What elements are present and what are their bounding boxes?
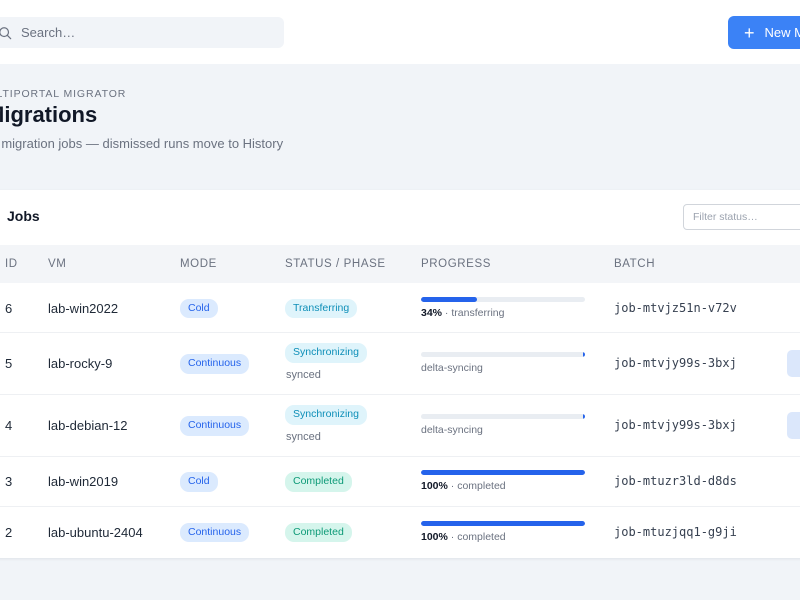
mode-badge: Continuous: [180, 522, 250, 543]
column-header-status[interactable]: STATUS / PHASE: [285, 258, 386, 270]
mode-badge: Continuous: [180, 416, 250, 436]
column-header-vm[interactable]: VM: [48, 258, 66, 270]
table-row[interactable]: 4 lab-debian-12 Continuous Synchronizing syn…: [0, 395, 800, 457]
vm-name[interactable]: lab-win2022: [48, 301, 118, 316]
progress-percent: 100%: [421, 530, 448, 543]
progress-bar-fill: [583, 414, 585, 419]
progress-text: 100% · completed: [421, 531, 506, 543]
table-row[interactable]: 6 lab-win2022 Cold Transferring 34% · transf…: [0, 284, 800, 333]
column-header-id[interactable]: ID: [5, 258, 18, 270]
progress-bar-fill: [583, 352, 585, 357]
phase-text: synced: [286, 431, 321, 443]
progress-label: · completed: [447, 480, 506, 492]
plus-icon: +: [744, 22, 755, 43]
job-id: 6: [5, 300, 13, 316]
vm-name[interactable]: lab-ubuntu-2404: [48, 525, 143, 540]
vm-name[interactable]: lab-debian-12: [48, 418, 128, 433]
progress-percent: 34%: [421, 306, 443, 319]
status-badge: Transferring: [285, 298, 358, 319]
progress-bar-fill: [421, 520, 585, 526]
table-row[interactable]: 2 lab-ubuntu-2404 Continuous Completed 100% …: [0, 507, 800, 558]
job-id: 4: [5, 418, 13, 433]
row-action-button[interactable]: [787, 412, 800, 439]
mode-badge: Cold: [180, 298, 218, 319]
vm-name[interactable]: lab-win2019: [48, 474, 118, 489]
job-id: 3: [5, 474, 13, 489]
batch-id[interactable]: job-mtuzr3ld-d8ds: [614, 474, 737, 488]
phase-text: synced: [286, 369, 321, 381]
progress-bar: [421, 352, 585, 357]
app-eyebrow: ULTIPORTAL MIGRATOR: [0, 88, 127, 100]
table-row[interactable]: 3 lab-win2019 Cold Completed 100% · complete…: [0, 457, 800, 507]
jobs-title: Jobs: [7, 208, 40, 224]
status-badge: Synchronizing: [285, 343, 367, 363]
search-input[interactable]: [21, 25, 261, 40]
column-header-batch[interactable]: BATCH: [614, 258, 655, 270]
progress-bar: [421, 414, 585, 419]
top-bar: + New M: [0, 0, 800, 64]
progress-text: 34% · transferring: [421, 307, 504, 319]
status-badge: Synchronizing: [285, 405, 367, 425]
row-action-button[interactable]: [787, 350, 800, 377]
progress-bar-fill: [421, 296, 477, 302]
new-migration-label: New M: [764, 25, 800, 40]
search-box[interactable]: [0, 17, 284, 48]
jobs-table-header: ID VM MODE STATUS / PHASE PROGRESS BATCH: [0, 245, 800, 283]
batch-id[interactable]: job-mtuzjqq1-g9ji: [614, 525, 737, 539]
jobs-card: Jobs ID VM MODE STATUS / PHASE PROGRESS …: [0, 190, 800, 558]
progress-bar-fill: [421, 470, 585, 475]
mode-badge: Continuous: [180, 354, 250, 374]
column-header-mode[interactable]: MODE: [180, 258, 217, 270]
progress-text: delta-syncing: [421, 362, 483, 374]
batch-id[interactable]: job-mtvjz51n-v72v: [614, 301, 737, 315]
new-migration-button[interactable]: + New M: [728, 16, 800, 49]
page-subtitle: ve migration jobs — dismissed runs move …: [0, 136, 284, 151]
status-badge: Completed: [285, 472, 352, 492]
table-row[interactable]: 5 lab-rocky-9 Continuous Synchronizing synce…: [0, 333, 800, 395]
status-badge: Completed: [285, 522, 352, 543]
batch-id[interactable]: job-mtvjy99s-3bxj: [614, 356, 737, 370]
mode-badge: Cold: [180, 472, 218, 492]
job-id: 2: [5, 524, 13, 540]
progress-bar: [421, 470, 585, 475]
progress-bar: [421, 296, 585, 302]
column-header-progress[interactable]: PROGRESS: [421, 258, 491, 270]
progress-text: delta-syncing: [421, 424, 483, 436]
batch-id[interactable]: job-mtvjy99s-3bxj: [614, 418, 737, 432]
progress-percent: 100%: [421, 480, 448, 492]
vm-name[interactable]: lab-rocky-9: [48, 356, 112, 371]
search-icon: [0, 26, 12, 39]
page-title: Migrations: [0, 102, 98, 127]
progress-label: · completed: [447, 530, 506, 543]
progress-text: 100% · completed: [421, 480, 506, 492]
progress-label: · transferring: [442, 306, 505, 319]
job-id: 5: [5, 356, 13, 371]
progress-bar: [421, 520, 585, 526]
status-filter-input[interactable]: [683, 204, 800, 230]
progress-label: delta-syncing: [421, 362, 483, 374]
progress-label: delta-syncing: [421, 424, 483, 436]
